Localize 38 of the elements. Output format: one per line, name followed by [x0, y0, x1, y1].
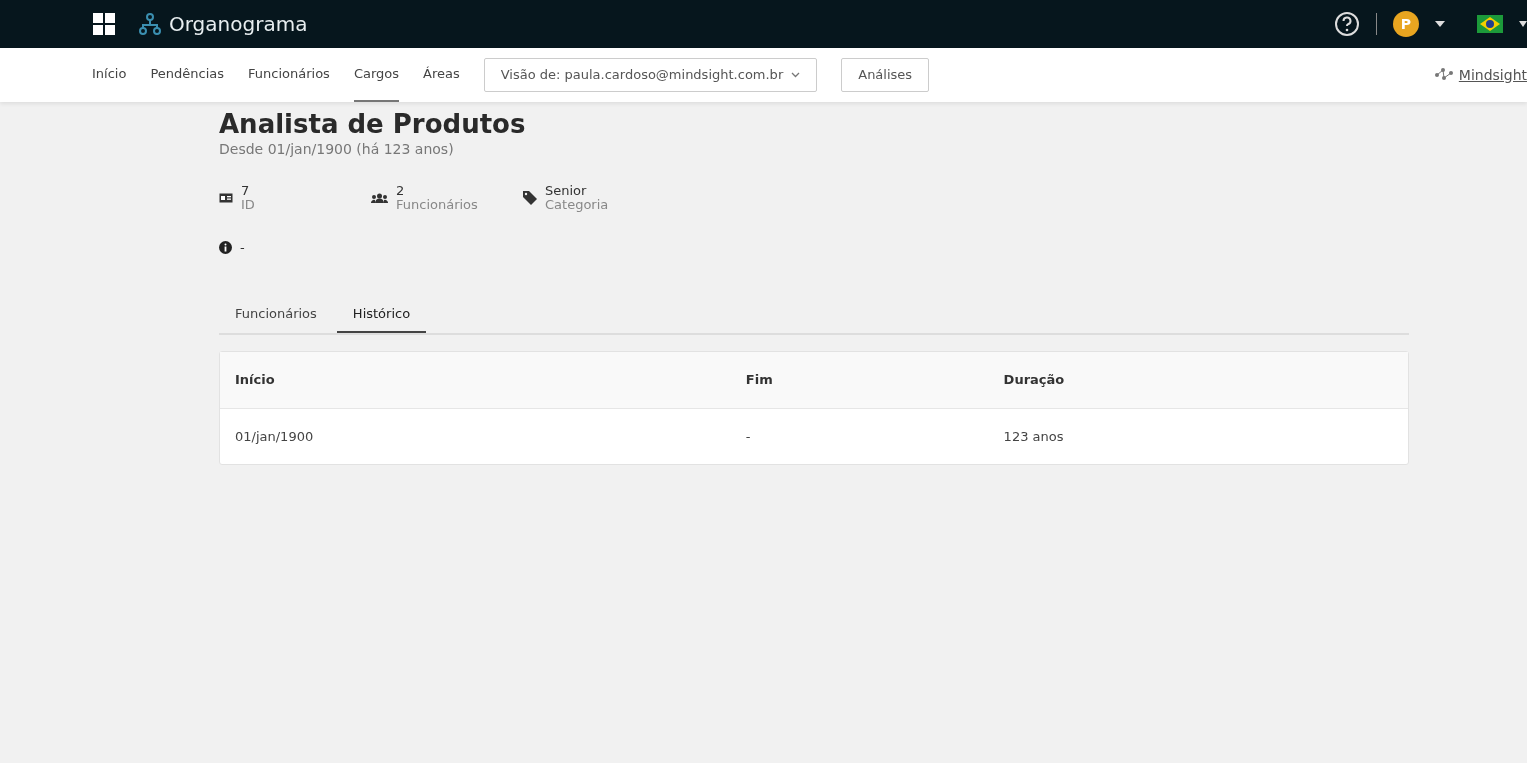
nav-link[interactable]: Pendências — [150, 48, 224, 102]
stat-value: 2 — [396, 183, 406, 197]
flag-icon[interactable] — [1477, 15, 1503, 33]
logo-icon — [1432, 67, 1455, 83]
hierarchy-icon — [139, 13, 161, 35]
view-select[interactable]: Visão de: paula.cardoso@mindsight.com.br — [483, 58, 818, 92]
nav-link[interactable]: Início — [92, 48, 127, 102]
app-title: Organograma — [169, 11, 308, 38]
stat-value: 7 — [241, 183, 251, 197]
stat-label: ID — [241, 196, 255, 213]
stat-label: Funcionários — [396, 196, 478, 213]
caret-icon[interactable] — [1519, 21, 1527, 27]
column-header: Duração — [988, 352, 1408, 409]
since-text: Desde 01/jan/1900 (há 123 anos) — [219, 139, 455, 159]
caret-icon[interactable] — [1435, 21, 1445, 27]
help-icon[interactable] — [1334, 11, 1360, 37]
table-cell-text: 01/jan/1900 — [234, 427, 315, 446]
stat-label: Categoria — [545, 196, 609, 213]
users-icon — [371, 193, 388, 204]
apps-grid-icon[interactable] — [93, 13, 115, 35]
info-text: - — [240, 239, 245, 258]
id-card-icon — [219, 193, 233, 204]
nav-link[interactable]: Cargos — [353, 48, 399, 102]
tag-icon — [523, 191, 537, 206]
tab[interactable]: Funcionários — [219, 295, 333, 334]
page-title: Analista de Produtos — [219, 110, 527, 139]
column-header: Início — [220, 352, 731, 409]
analyses-button[interactable]: Análises — [841, 58, 930, 92]
info-icon — [219, 241, 232, 255]
table-cell-text: 123 anos — [1002, 427, 1065, 446]
column-header: Fim — [730, 352, 989, 409]
tab[interactable]: Histórico — [336, 295, 427, 334]
table-cell-text: - — [744, 427, 752, 446]
nav-link[interactable]: Funcionários — [248, 48, 330, 102]
brand-name: Mindsight — [1458, 65, 1527, 85]
nav-link[interactable]: Áreas — [423, 48, 460, 102]
stat-value: Senior — [545, 183, 588, 197]
chevron-down-icon — [791, 72, 801, 78]
